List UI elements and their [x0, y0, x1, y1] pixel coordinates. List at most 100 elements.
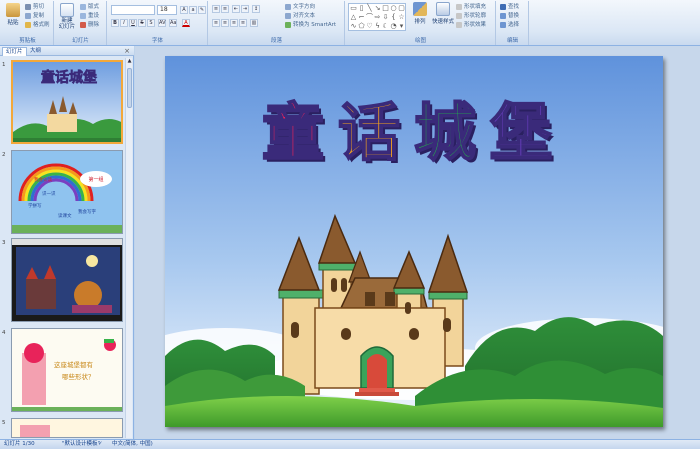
delete-button[interactable]: 删除: [80, 21, 99, 29]
scroll-thumb[interactable]: [127, 68, 132, 108]
grow-font-button[interactable]: A: [180, 6, 188, 14]
columns-button[interactable]: ▥: [250, 19, 258, 27]
down-arrow-shape-icon[interactable]: ⇩: [382, 14, 389, 21]
shadow-button[interactable]: S: [147, 19, 155, 27]
elbow-shape-icon[interactable]: ⌐: [358, 14, 365, 21]
star-shape-icon[interactable]: ☆: [398, 14, 405, 21]
spellcheck-icon[interactable]: ✓: [98, 440, 103, 449]
align-text-button[interactable]: 对齐文本: [285, 12, 315, 20]
increase-indent-button[interactable]: ⇥: [241, 5, 249, 13]
strikethrough-button[interactable]: S: [138, 19, 146, 27]
thumb-4-art: 这座城堡都有 哪些形状？: [12, 329, 122, 411]
thumb-2-text: 学拼写: [28, 202, 42, 209]
format-painter-button[interactable]: 格式刷: [25, 21, 50, 29]
align-center-button[interactable]: ≡: [221, 19, 229, 27]
smartart-button[interactable]: 转换为 SmartArt: [285, 21, 336, 29]
close-icon[interactable]: ×: [124, 47, 130, 55]
clipboard-group: 粘贴 剪切 复制 格式刷 剪贴板: [2, 1, 54, 45]
text-direction-button[interactable]: 文字方向: [285, 3, 315, 11]
quick-styles-button[interactable]: 快速样式: [432, 2, 454, 32]
tab-outline[interactable]: 大纲: [27, 47, 44, 56]
line-spacing-button[interactable]: ↕: [252, 5, 260, 13]
case-button[interactable]: Aa: [169, 19, 177, 27]
spacing-button[interactable]: AV: [158, 19, 166, 27]
arrange-button[interactable]: 排列: [410, 2, 430, 32]
wave-shape-icon[interactable]: ∿: [350, 23, 357, 30]
font-group: 18 A a ✎ B I U S S AV Aa A 字体: [108, 1, 208, 45]
justify-button[interactable]: ≡: [239, 19, 247, 27]
new-slide-button[interactable]: 新建 幻灯片: [57, 3, 77, 33]
brush-icon: [25, 21, 31, 28]
shape-effects-button[interactable]: 形状效果: [456, 21, 486, 29]
cut-button[interactable]: 剪切: [25, 3, 44, 11]
oval-shape-icon[interactable]: ○: [390, 5, 397, 12]
thumb-number: 5: [2, 420, 6, 426]
slides-pane: 幻灯片 大纲 × 1 童话城堡 2 第一组 我会认读 识一识 学拼写 读课文 我…: [0, 46, 134, 439]
shrink-font-button[interactable]: a: [189, 6, 197, 14]
bold-button[interactable]: B: [111, 19, 119, 27]
slide-thumbnail-5[interactable]: [11, 418, 123, 438]
pane-tabs: 幻灯片 大纲 ×: [0, 46, 134, 56]
triangle-shape-icon[interactable]: △: [350, 14, 357, 21]
underline-button[interactable]: U: [129, 19, 137, 27]
italic-button[interactable]: I: [120, 19, 128, 27]
current-slide[interactable]: 童话城堡: [165, 56, 663, 427]
select-button[interactable]: 选择: [500, 21, 519, 29]
slide-thumbnail-4[interactable]: 这座城堡都有 哪些形状？: [11, 328, 123, 412]
paste-button[interactable]: 粘贴: [3, 3, 23, 33]
language-indicator[interactable]: 中文(简体, 中国): [112, 440, 153, 449]
brace-shape-icon[interactable]: {: [390, 14, 397, 21]
decrease-indent-button[interactable]: ⇤: [232, 5, 240, 13]
rounded-rect-shape-icon[interactable]: ▢: [398, 5, 405, 12]
more-shapes-icon[interactable]: ▾: [398, 23, 405, 30]
shape-outline-button[interactable]: 形状轮廓: [456, 12, 486, 20]
thumb-1-art: 童话城堡: [13, 62, 121, 142]
reset-icon: [80, 12, 86, 19]
line-shape-icon[interactable]: ╲: [366, 5, 373, 12]
heart-shape-icon[interactable]: ♡: [366, 23, 373, 30]
callout-shape-icon[interactable]: ◔: [390, 23, 397, 30]
font-size-input[interactable]: 18: [157, 5, 177, 15]
pentagon-shape-icon[interactable]: ⬠: [358, 23, 365, 30]
moon-shape-icon[interactable]: ☾: [382, 23, 389, 30]
thumb-2-text: 我会认读: [34, 176, 52, 183]
align-right-button[interactable]: ≡: [230, 19, 238, 27]
reset-button[interactable]: 重设: [80, 12, 99, 20]
copy-button[interactable]: 复制: [25, 12, 44, 20]
lightning-shape-icon[interactable]: ϟ: [374, 23, 381, 30]
slide-title[interactable]: 童话城堡: [165, 82, 663, 172]
theme-name: "默认设计模板": [62, 441, 101, 447]
title-char-1: 童: [261, 95, 338, 170]
tab-slides[interactable]: 幻灯片: [2, 47, 27, 56]
layout-button[interactable]: 版式: [80, 3, 99, 11]
replace-button[interactable]: 替换: [500, 12, 519, 20]
scroll-up-icon[interactable]: ▲: [126, 58, 133, 65]
shape-fill-button[interactable]: 形状填充: [456, 3, 486, 11]
arrow-shape-icon[interactable]: ↘: [374, 5, 381, 12]
curve-shape-icon[interactable]: ⌒: [366, 14, 373, 21]
paint-bucket-icon: [456, 3, 462, 10]
thumb-2-text: 识一识: [42, 190, 56, 197]
shapes-gallery[interactable]: ▭ ▯ ╲ ↘ □ ○ ▢ △ ⌐ ⌒ ⇨ ⇩ { ☆ ∿ ⬠ ♡ ϟ ☾ ◔ …: [348, 3, 406, 31]
rectangle-shape-icon[interactable]: □: [382, 5, 389, 12]
font-name-input[interactable]: [111, 5, 155, 15]
slide-thumbnail-3[interactable]: [11, 238, 123, 322]
bullets-button[interactable]: ≡: [212, 5, 220, 13]
textbox-shape-icon[interactable]: ▭: [350, 5, 357, 12]
thumb-number: 3: [2, 240, 6, 246]
slide-thumbnail-1[interactable]: 童话城堡: [11, 60, 123, 144]
clear-format-button[interactable]: ✎: [198, 6, 206, 14]
thumb-2-text: 读课文: [58, 212, 72, 219]
layout-icon: [80, 3, 86, 10]
vertical-textbox-shape-icon[interactable]: ▯: [358, 5, 365, 12]
thumb-number: 2: [2, 152, 6, 158]
right-arrow-shape-icon[interactable]: ⇨: [374, 14, 381, 21]
font-color-button[interactable]: A: [182, 19, 190, 27]
pane-scrollbar[interactable]: ▲: [125, 58, 132, 438]
thumb-number: 4: [2, 330, 6, 336]
find-button[interactable]: 查找: [500, 3, 519, 11]
numbering-button[interactable]: ≡: [221, 5, 229, 13]
binoculars-icon: [500, 3, 506, 10]
slide-thumbnail-2[interactable]: 第一组 我会认读 识一识 学拼写 读课文 我会写字: [11, 150, 123, 234]
align-left-button[interactable]: ≡: [212, 19, 220, 27]
